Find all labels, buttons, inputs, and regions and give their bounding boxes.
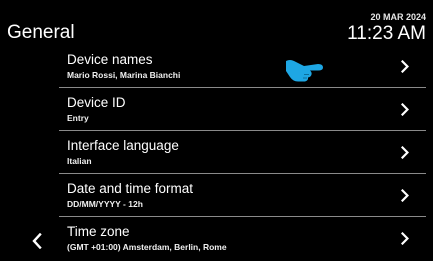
chevron-right-icon bbox=[401, 103, 409, 116]
menu-item-title: Time zone bbox=[67, 224, 130, 239]
menu-item-title: Interface language bbox=[67, 138, 179, 153]
chevron-right-icon bbox=[401, 232, 409, 245]
menu-item-date-time-format[interactable]: Date and time format DD/MM/YYYY - 12h bbox=[59, 174, 426, 217]
menu-item-value: Italian bbox=[67, 156, 92, 166]
menu-item-value: Entry bbox=[67, 113, 89, 123]
menu-item-value: Mario Rossi, Marina Bianchi bbox=[67, 70, 181, 80]
settings-screen: General 20 MAR 2024 11:23 AM Device name… bbox=[0, 0, 433, 261]
back-button[interactable] bbox=[26, 226, 50, 254]
menu-item-title: Device names bbox=[67, 52, 153, 67]
page-title: General bbox=[7, 22, 75, 43]
chevron-right-icon bbox=[401, 146, 409, 159]
pointing-hand-icon bbox=[286, 60, 323, 82]
menu-item-device-names[interactable]: Device names Mario Rossi, Marina Bianchi bbox=[59, 45, 426, 88]
menu-item-value: (GMT +01:00) Amsterdam, Berlin, Rome bbox=[67, 242, 227, 252]
chevron-left-icon bbox=[32, 233, 42, 249]
clock-display: 11:23 AM bbox=[347, 23, 426, 44]
menu-item-interface-language[interactable]: Interface language Italian bbox=[59, 131, 426, 174]
menu-item-device-id[interactable]: Device ID Entry bbox=[59, 88, 426, 131]
chevron-right-icon bbox=[401, 189, 409, 202]
menu-item-time-zone[interactable]: Time zone (GMT +01:00) Amsterdam, Berlin… bbox=[59, 217, 426, 259]
date-display: 20 MAR 2024 bbox=[370, 12, 426, 22]
menu-item-title: Device ID bbox=[67, 95, 126, 110]
menu-item-title: Date and time format bbox=[67, 181, 194, 196]
chevron-right-icon bbox=[401, 60, 409, 73]
menu-item-value: DD/MM/YYYY - 12h bbox=[67, 199, 143, 209]
settings-list: Device names Mario Rossi, Marina Bianchi… bbox=[59, 45, 426, 261]
